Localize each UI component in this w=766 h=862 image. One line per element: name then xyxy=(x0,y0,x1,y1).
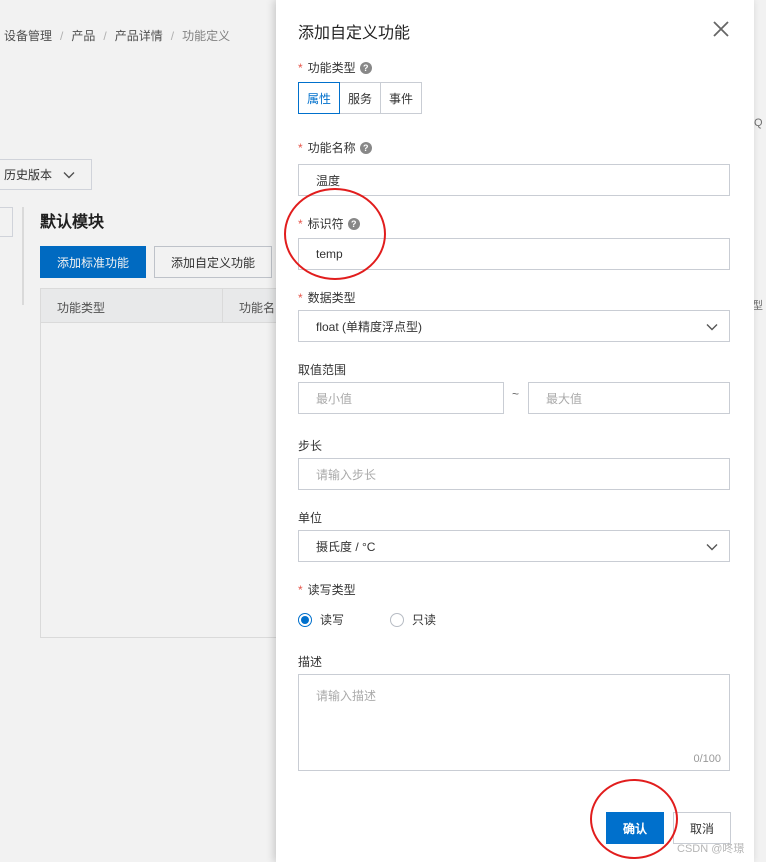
chevron-down-icon xyxy=(706,324,718,331)
function-type-event[interactable]: 事件 xyxy=(380,82,423,114)
required-mark: * xyxy=(298,140,303,155)
function-type-service[interactable]: 服务 xyxy=(339,82,382,114)
range-max-input[interactable]: 最大值 xyxy=(528,382,730,414)
rw-type-label: * 读写类型 xyxy=(298,582,356,598)
chevron-down-icon xyxy=(706,544,718,551)
range-min-input[interactable]: 最小值 xyxy=(298,382,504,414)
required-mark: * xyxy=(298,60,303,75)
identifier-label: * 标识符 ? xyxy=(298,215,360,232)
function-type-segmented: 属性 服务 事件 xyxy=(298,82,423,114)
unit-label: 单位 xyxy=(298,511,323,525)
function-name-label: * 功能名称 ? xyxy=(298,139,372,156)
function-type-label: * 功能类型 ? xyxy=(298,59,372,76)
radio-read-only[interactable]: 只读 xyxy=(390,611,436,628)
function-type-property[interactable]: 属性 xyxy=(298,82,341,114)
required-mark: * xyxy=(298,582,303,597)
help-icon[interactable]: ? xyxy=(347,217,360,230)
data-type-label: * 数据类型 xyxy=(298,290,356,306)
description-label: 描述 xyxy=(298,655,323,669)
identifier-input[interactable]: temp xyxy=(298,238,730,270)
description-textarea[interactable]: 请输入描述 0/100 xyxy=(298,674,730,771)
rw-type-radio-group: 读写 只读 xyxy=(298,611,482,628)
range-separator: ~ xyxy=(512,387,520,401)
add-custom-function-drawer: 添加自定义功能 * 功能类型 ? 属性 服务 事件 * 功能名称 ? 温度 * … xyxy=(276,0,754,862)
help-icon[interactable]: ? xyxy=(359,61,372,74)
radio-checked-icon xyxy=(298,612,312,627)
close-icon[interactable] xyxy=(712,20,730,38)
function-name-input[interactable]: 温度 xyxy=(298,164,730,196)
required-mark: * xyxy=(298,290,303,305)
watermark: CSDN @咚璟 xyxy=(677,843,745,855)
char-counter: 0/100 xyxy=(693,753,721,765)
step-label: 步长 xyxy=(298,439,323,453)
required-mark: * xyxy=(298,216,303,231)
radio-unchecked-icon xyxy=(390,612,405,627)
help-icon[interactable]: ? xyxy=(359,141,372,154)
radio-read-write[interactable]: 读写 xyxy=(298,611,344,628)
value-range-label: 取值范围 xyxy=(298,363,347,377)
step-input[interactable]: 请输入步长 xyxy=(298,458,730,490)
confirm-button[interactable]: 确认 xyxy=(606,812,664,844)
unit-select[interactable]: 摄氏度 / °C xyxy=(298,530,730,562)
drawer-title: 添加自定义功能 xyxy=(298,25,411,42)
data-type-select[interactable]: float (单精度浮点型) xyxy=(298,310,730,342)
